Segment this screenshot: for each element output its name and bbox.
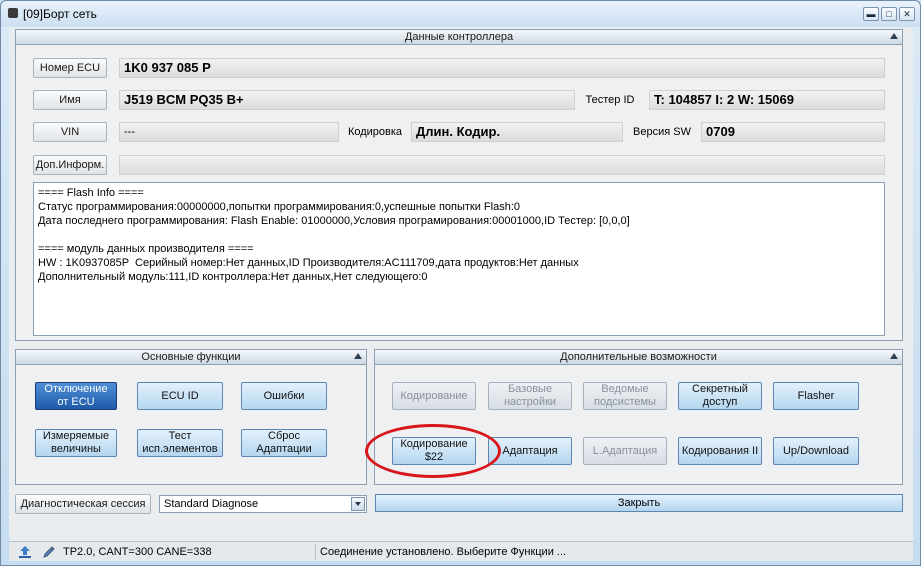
basic-functions-panel <box>15 349 367 485</box>
session-select-value: Standard Diagnose <box>164 498 259 510</box>
reset-adaptation-button[interactable]: Сброс Адаптации <box>241 429 327 457</box>
session-select[interactable]: Standard Diagnose <box>159 495 367 513</box>
coding-2-button[interactable]: Кодирования II <box>678 437 762 465</box>
close-window-button[interactable]: ✕ <box>899 7 915 21</box>
client-area: Данные контроллера Номер ECU 1K0 937 085… <box>9 27 913 541</box>
status-bar: TP2.0, CANT=300 CANE=338 Соединение уста… <box>9 541 913 561</box>
upload-icon[interactable] <box>17 544 33 560</box>
ecu-id-button[interactable]: ECU ID <box>137 382 223 410</box>
maximize-button[interactable]: □ <box>881 7 897 21</box>
coding-22-button[interactable]: Кодирование $22 <box>392 437 476 465</box>
disconnect-button[interactable]: Отключение от ECU <box>35 382 117 410</box>
extra-functions-header[interactable]: Дополнительные возможности <box>374 349 903 365</box>
coding-label: Кодировка <box>347 126 403 138</box>
adaptation-button[interactable]: Адаптация <box>488 437 572 465</box>
app-icon <box>8 8 18 18</box>
updown-button[interactable]: Up/Download <box>773 437 859 465</box>
subsystems-button[interactable]: Ведомые подсистемы <box>583 382 667 410</box>
tester-id-label: Тестер ID <box>585 94 635 106</box>
flasher-button[interactable]: Flasher <box>773 382 859 410</box>
pen-icon[interactable] <box>41 544 57 560</box>
flash-info-text[interactable]: ==== Flash Info ==== Статус программиров… <box>33 182 885 336</box>
basic-functions-header[interactable]: Основные функции <box>15 349 367 365</box>
status-message: Соединение установлено. Выберите Функции… <box>315 544 911 560</box>
ecu-number-label: Номер ECU <box>33 58 107 78</box>
chevron-down-icon[interactable] <box>351 497 365 511</box>
secret-access-button[interactable]: Секретный доступ <box>678 382 762 410</box>
collapse-icon[interactable] <box>890 33 898 39</box>
coding-button[interactable]: Кодирование <box>392 382 476 410</box>
vin-label: VIN <box>33 122 107 142</box>
output-test-button[interactable]: Тест исп.элементов <box>137 429 223 457</box>
extra-info-value <box>119 155 885 175</box>
coding-value: Длин. Кодир. <box>411 122 623 142</box>
sw-version-value: 0709 <box>701 122 885 142</box>
l-adaptation-button[interactable]: L.Адаптация <box>583 437 667 465</box>
extra-info-label: Доп.Информ. <box>33 155 107 175</box>
collapse-icon[interactable] <box>890 353 898 359</box>
app-window: [09]Борт сеть ▬ □ ✕ Данные контроллера Н… <box>0 0 921 566</box>
minimize-button[interactable]: ▬ <box>863 7 879 21</box>
sw-version-label: Версия SW <box>633 126 691 138</box>
extra-functions-title: Дополнительные возможности <box>560 351 717 363</box>
status-protocol: TP2.0, CANT=300 CANE=338 <box>63 546 212 558</box>
close-button[interactable]: Закрыть <box>375 494 903 512</box>
collapse-icon[interactable] <box>354 353 362 359</box>
vin-value: --- <box>119 122 339 142</box>
tester-id-value: T: 104857 I: 2 W: 15069 <box>649 90 885 110</box>
name-label: Имя <box>33 90 107 110</box>
ecu-number-value: 1K0 937 085 P <box>119 58 885 78</box>
basic-settings-button[interactable]: Базовые настройки <box>488 382 572 410</box>
window-title: [09]Борт сеть <box>23 7 97 21</box>
controller-panel-header[interactable]: Данные контроллера <box>15 29 903 45</box>
measured-values-button[interactable]: Измеряемые величины <box>35 429 117 457</box>
errors-button[interactable]: Ошибки <box>241 382 327 410</box>
controller-panel-title: Данные контроллера <box>404 31 514 43</box>
name-value: J519 BCM PQ35 B+ <box>119 90 575 110</box>
session-label: Диагностическая сессия <box>15 494 151 514</box>
basic-functions-title: Основные функции <box>141 351 241 363</box>
title-bar[interactable]: [09]Борт сеть ▬ □ ✕ <box>1 1 920 27</box>
